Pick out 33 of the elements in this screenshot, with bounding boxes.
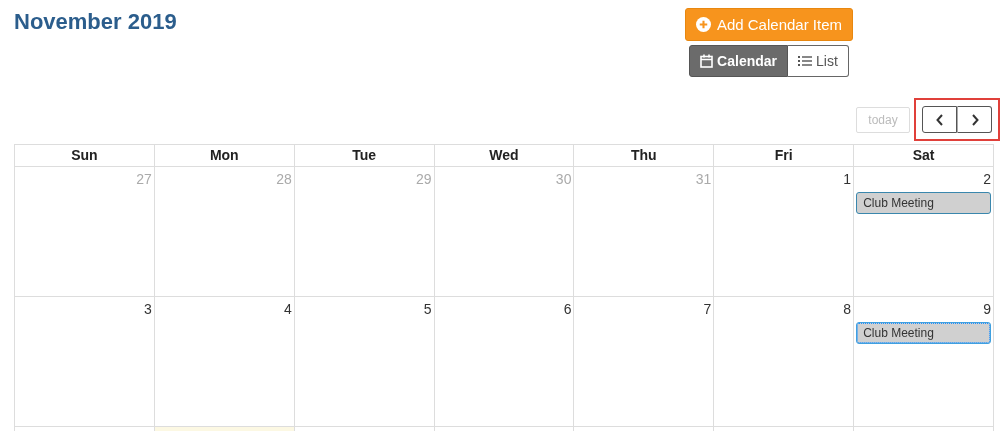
weekday-header: Thu	[574, 145, 715, 167]
day-number: 4	[282, 300, 292, 319]
calendar-icon	[700, 54, 714, 68]
day-number: 29	[415, 170, 432, 189]
next-button[interactable]	[957, 106, 992, 133]
chevron-right-icon	[970, 113, 979, 126]
view-tab[interactable]: Calendar	[689, 45, 788, 77]
day-number: 30	[554, 170, 572, 189]
month-title: November 2019	[14, 9, 177, 35]
weekday-header: Wed	[434, 145, 575, 167]
day-number: 1	[842, 170, 852, 189]
day-number: 6	[562, 300, 572, 319]
day-number: 9	[982, 300, 991, 319]
day-number: 28	[275, 170, 292, 189]
day-number: 27	[135, 170, 152, 189]
day-number: 8	[842, 300, 852, 319]
weekday-header: Mon	[154, 145, 295, 167]
weekday-header: Tue	[294, 145, 435, 167]
weekday-header: Fri	[714, 145, 855, 167]
day-number: 5	[422, 300, 432, 319]
event-chip[interactable]: Club Meeting	[856, 322, 991, 344]
event-chip[interactable]: Club Meeting	[856, 192, 991, 214]
list-icon	[798, 55, 812, 67]
day-number: 31	[694, 170, 712, 189]
chevron-left-icon	[935, 113, 944, 126]
weekday-header: Sat	[854, 145, 994, 167]
previous-button[interactable]	[922, 106, 957, 133]
day-number: 3	[143, 300, 152, 319]
day-number: 2	[982, 170, 991, 189]
day-number: 7	[702, 300, 712, 319]
weekday-header: Sun	[15, 145, 155, 167]
view-tab[interactable]: List	[788, 45, 849, 77]
plus-circle-icon	[695, 17, 711, 32]
